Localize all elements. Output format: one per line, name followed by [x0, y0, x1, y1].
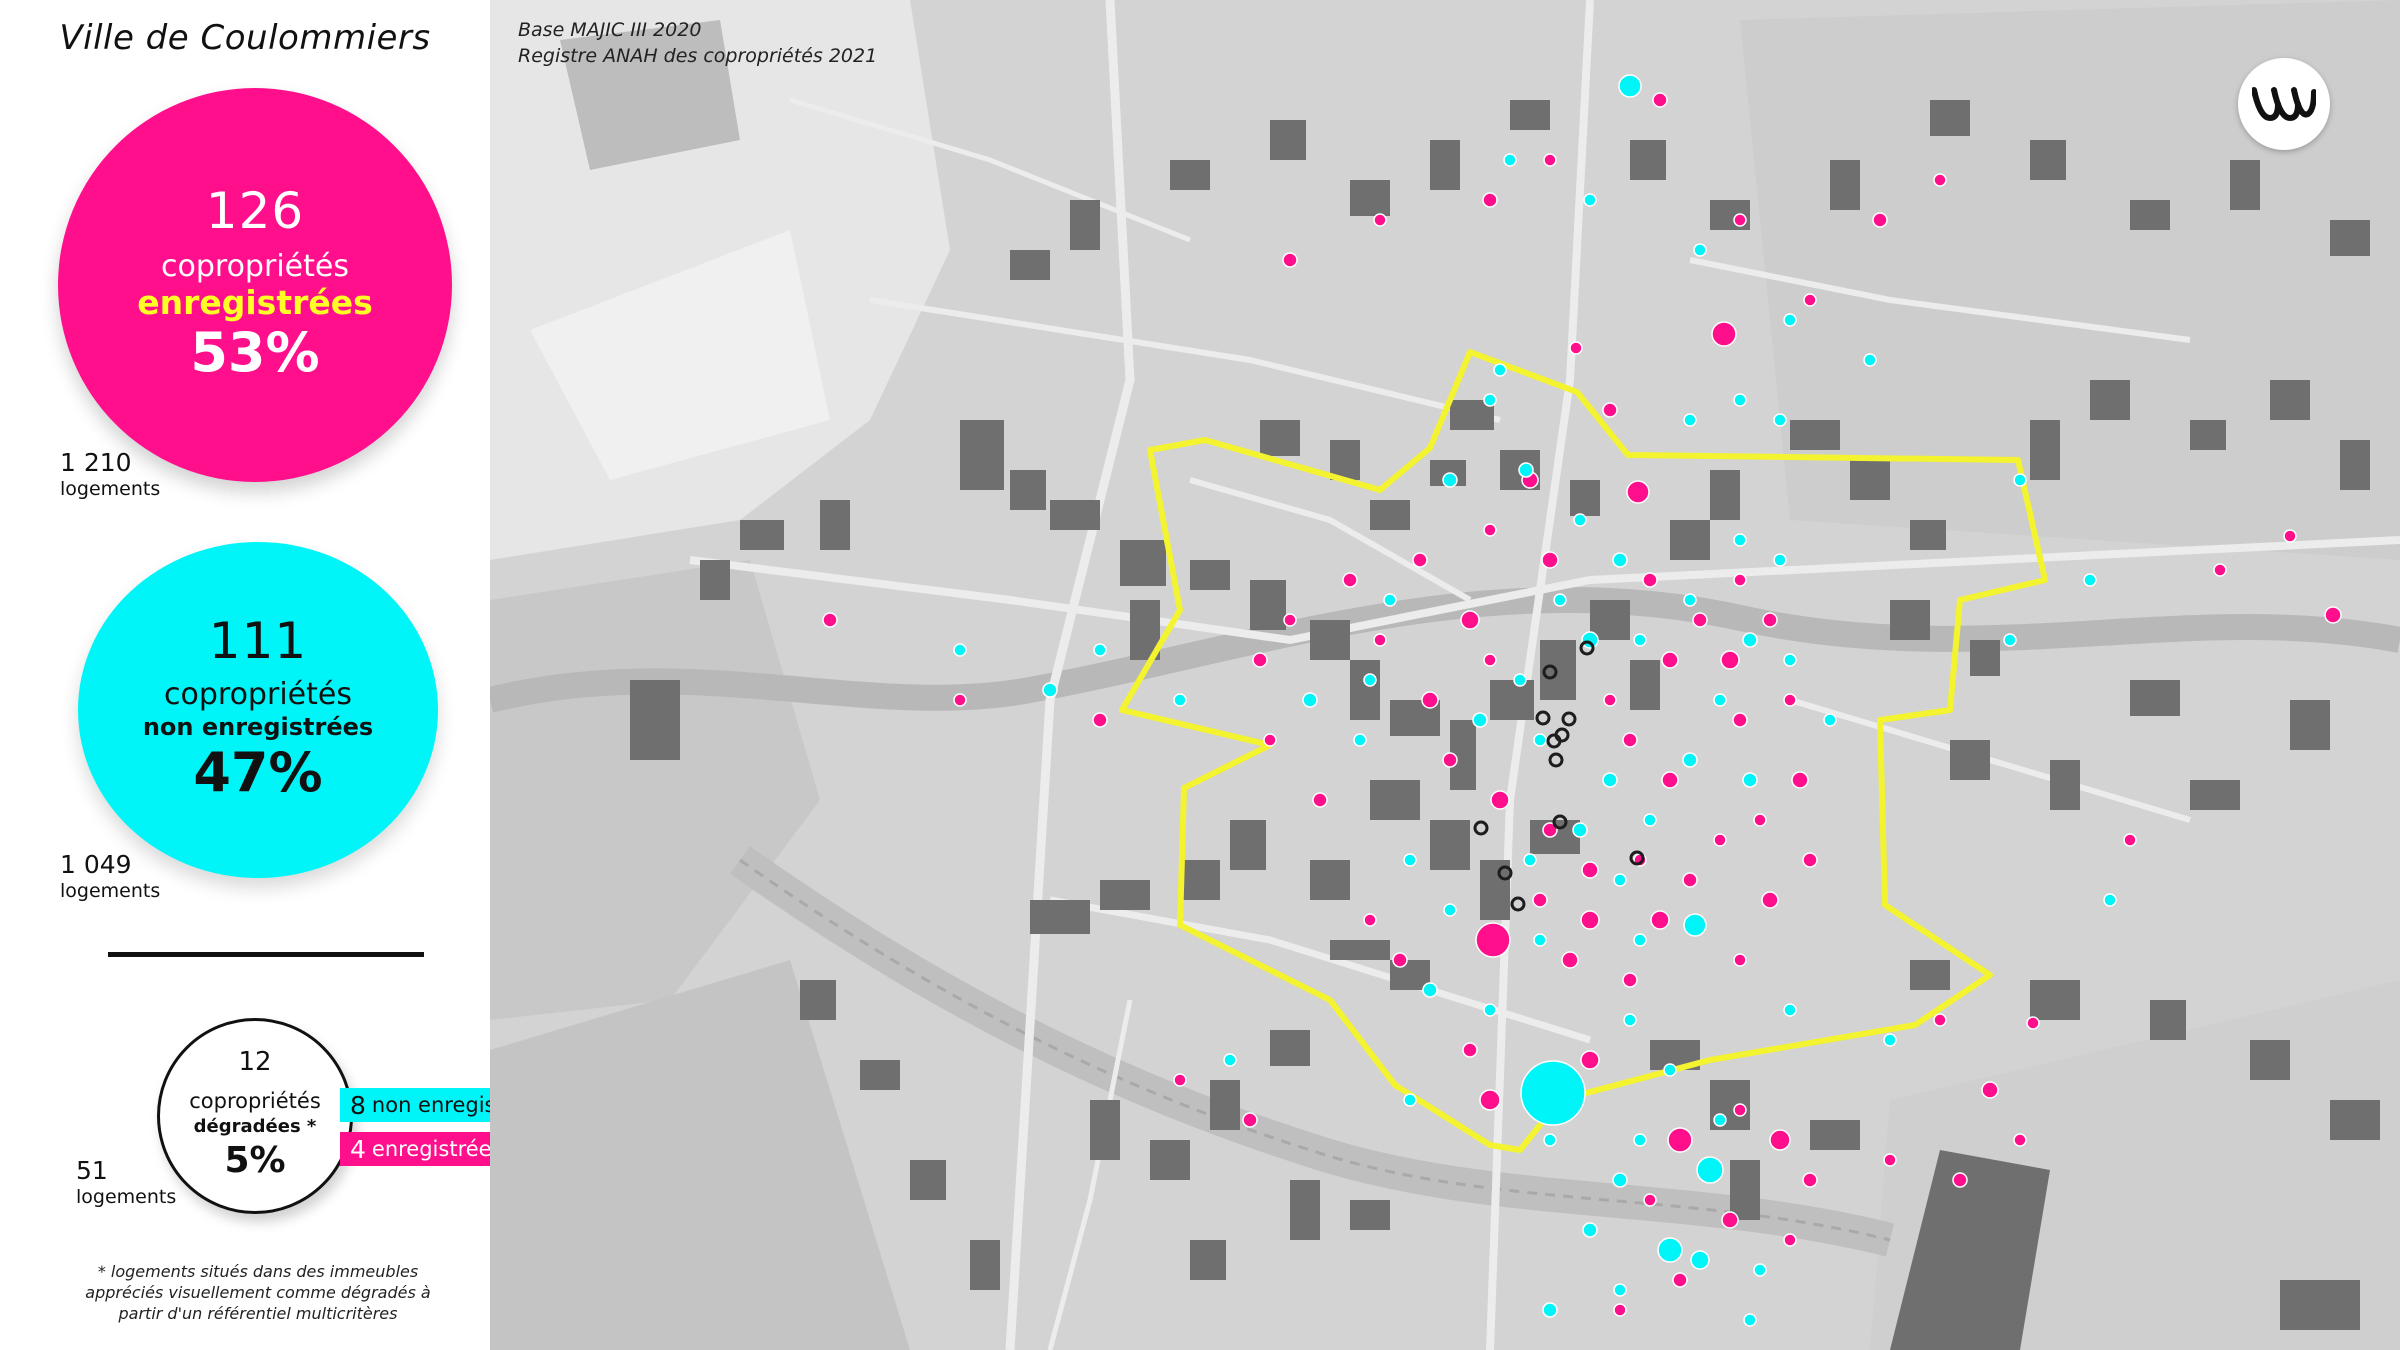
footnote: * logements situés dans des immeubles ap…: [85, 1262, 431, 1323]
non-registered-label: copropriétés: [164, 677, 352, 713]
degraded-count: 12: [238, 1047, 272, 1078]
non-registered-marker-large: [1520, 1060, 1586, 1126]
registered-circle: 126 copropriétés enregistrées 53%: [58, 88, 452, 482]
degraded-registered-count: 4: [350, 1134, 366, 1164]
data-source: Base MAJIC III 2020 Registre ANAH des co…: [518, 18, 877, 69]
non-registered-logements-label: logements: [60, 880, 161, 902]
registered-label: copropriétés: [161, 248, 349, 284]
degraded-logements: 51 logements: [76, 1156, 176, 1209]
non-registered-percent: 47%: [193, 740, 323, 804]
non-registered-marker: [1683, 913, 1707, 937]
non-registered-marker: [1618, 74, 1642, 98]
non-registered-logements: 1 049 logements: [60, 850, 160, 903]
degraded-label: copropriétés: [189, 1089, 321, 1114]
degraded-registered-label: enregistrées: [371, 1137, 503, 1161]
registered-logements-count: 1 210: [60, 448, 132, 477]
registered-logements: 1 210 logements: [60, 448, 160, 501]
non-registered-status: non enregistrées: [142, 712, 374, 741]
city-title: Ville de Coulommiers: [59, 18, 431, 58]
registered-marker: [1711, 321, 1737, 347]
non-registered-logements-count: 1 049: [60, 850, 132, 879]
registered-logements-label: logements: [60, 478, 161, 500]
non-registered-circle: 111 copropriétés non enregistrées 47%: [78, 542, 438, 878]
section-divider: [108, 952, 424, 957]
degraded-non-registered-count: 8: [350, 1090, 366, 1120]
degraded-percent: 5%: [224, 1140, 286, 1182]
non-registered-count: 111: [208, 612, 308, 671]
agency-logo-icon: [2238, 58, 2330, 150]
logo-mark-icon: [2252, 87, 2316, 122]
building: [960, 420, 1004, 490]
degraded-status: dégradées *: [193, 1115, 317, 1137]
map-view[interactable]: [490, 0, 2400, 1350]
registered-status: enregistrées: [137, 283, 373, 323]
registered-marker: [1626, 480, 1650, 504]
source-line-1: Base MAJIC III 2020: [518, 19, 702, 41]
degraded-logements-label: logements: [76, 1186, 177, 1208]
degraded-circle: 12 copropriétés dégradées * 5%: [157, 1018, 353, 1214]
source-line-2: Registre ANAH des copropriétés 2021: [518, 44, 878, 67]
registered-count: 126: [205, 181, 305, 240]
registered-percent: 53%: [190, 321, 320, 385]
registered-marker-large: [1475, 922, 1511, 958]
registered-marker-large: [1667, 1127, 1693, 1153]
map-canvas: [490, 0, 2400, 1350]
degraded-logements-count: 51: [76, 1156, 108, 1185]
non-registered-marker: [1696, 1156, 1724, 1184]
